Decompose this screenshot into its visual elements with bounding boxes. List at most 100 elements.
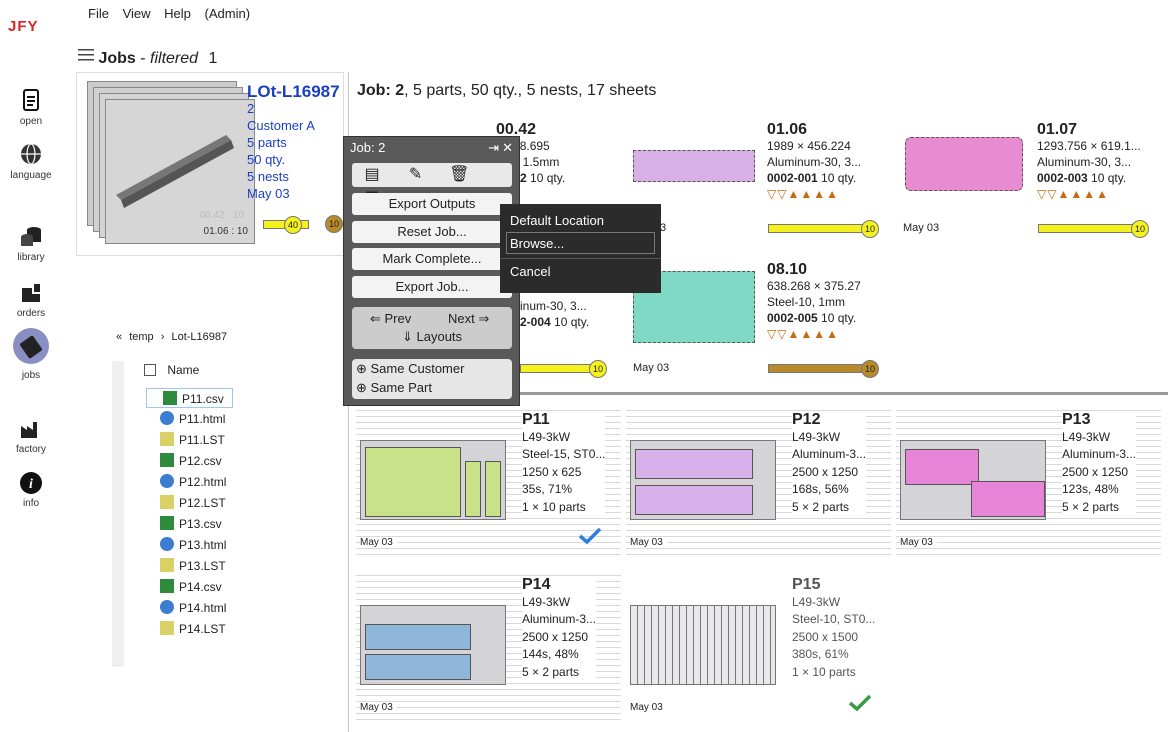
part-order: 0002-001	[767, 171, 818, 185]
menu-default-location[interactable]: Default Location	[500, 210, 661, 232]
menu-help[interactable]: Help	[164, 6, 191, 21]
page-title: Jobs - filtered 1	[78, 48, 217, 68]
same-part-button[interactable]: ⊕ Same Part	[356, 380, 432, 396]
scrollbar[interactable]	[112, 361, 124, 667]
file-row[interactable]: P13.csv	[160, 514, 222, 534]
file-row[interactable]: P11.csv	[146, 388, 233, 408]
nest-card[interactable]: P12 L49-3kW Aluminum-3... 2500 x 1250 16…	[626, 405, 891, 555]
part-material: Steel-10, 1mm	[767, 295, 846, 309]
same-customer-button[interactable]: ⊕ Same Customer	[356, 361, 464, 377]
rail-library[interactable]: library	[0, 224, 62, 263]
file-name: P12.html	[179, 475, 227, 489]
chevron-left-icon[interactable]: «	[116, 331, 122, 343]
nest-parts: 1 × 10 parts	[522, 499, 586, 514]
nest-time: 144s, 48%	[522, 647, 579, 661]
edit-document-icon[interactable]: ✎	[396, 163, 436, 187]
nest-date: May 03	[630, 702, 667, 713]
nest-date: May 03	[360, 537, 397, 548]
part-progress-knob: 10	[861, 220, 879, 238]
lot-card[interactable]: 00.42 : 10 01.06 : 10 LOt-L16987 2 Custo…	[76, 72, 344, 256]
document-icon[interactable]: ▤	[352, 163, 392, 187]
nest-card[interactable]: P15 L49-3kW Steel-10, ST0... 2500 x 1500…	[626, 570, 891, 720]
part-qty: 10 qty.	[817, 311, 857, 325]
nest-info: P15 L49-3kW Steel-10, ST0... 2500 x 1500…	[792, 576, 876, 681]
nest-date: May 03	[630, 537, 667, 548]
nest-material: Aluminum-3...	[1062, 447, 1137, 461]
nest-size: 2500 x 1250	[792, 464, 859, 479]
menu-admin[interactable]: (Admin)	[205, 6, 251, 21]
nest-name: P11	[522, 411, 550, 428]
file-name: P11.LST	[179, 433, 225, 447]
file-row[interactable]: P12.LST	[160, 493, 226, 513]
layouts-button[interactable]: ⇓ Layouts	[402, 329, 462, 345]
part-shape	[633, 150, 755, 182]
nest-card[interactable]: P14 L49-3kW Aluminum-3... 2500 x 1250 14…	[356, 570, 621, 720]
name-column-header[interactable]: Name	[144, 363, 199, 377]
trash-icon[interactable]: 🗑	[439, 163, 479, 187]
file-row[interactable]: P12.csv	[160, 451, 222, 471]
html-file-icon	[160, 600, 174, 614]
file-row[interactable]: P11.html	[160, 409, 225, 429]
export-job-button[interactable]: Export Job...	[352, 276, 512, 298]
crumb-folder[interactable]: Lot-L16987	[171, 331, 227, 343]
menu-browse[interactable]: Browse...	[506, 232, 655, 254]
nest-time: 168s, 56%	[792, 482, 849, 496]
nest-machine: L49-3kW	[522, 429, 571, 444]
excel-icon	[160, 453, 174, 467]
file-row[interactable]: P12.html	[160, 472, 226, 492]
lot-progress: 40	[263, 216, 309, 234]
nest-machine: L49-3kW	[1062, 429, 1111, 444]
part-order: 0002-003	[1037, 171, 1088, 185]
reset-job-button[interactable]: Reset Job...	[352, 221, 512, 243]
next-button[interactable]: Next ⇒	[448, 311, 489, 327]
rail-language[interactable]: language	[0, 142, 62, 181]
pin-icon[interactable]: ⇥	[488, 140, 499, 156]
lot-job: 2	[247, 101, 255, 116]
nest-material: Aluminum-3...	[522, 612, 597, 626]
html-file-icon	[160, 474, 174, 488]
nest-size: 1250 x 625	[522, 464, 582, 479]
hamburger-icon[interactable]	[78, 48, 94, 66]
rail-orders[interactable]: orders	[0, 280, 62, 319]
nest-name: P13	[1062, 411, 1091, 428]
nest-card[interactable]: P11 L49-3kW Steel-15, ST0... 1250 x 625 …	[356, 405, 621, 555]
nest-name: P12	[792, 411, 821, 428]
nest-name: P15	[792, 576, 821, 593]
part-qty: 10 qty.	[550, 315, 590, 329]
menu-cancel[interactable]: Cancel	[500, 258, 661, 280]
same-customer-label: Same Customer	[370, 361, 465, 376]
close-icon[interactable]: ✕	[502, 140, 513, 156]
nest-machine: L49-3kW	[522, 594, 571, 609]
rail-info[interactable]: i info	[0, 470, 62, 509]
nest-time: 380s, 61%	[792, 647, 849, 661]
lot-name[interactable]: LOt-L16987	[247, 83, 340, 100]
menu-view[interactable]: View	[123, 6, 151, 21]
file-row[interactable]: P14.LST	[160, 619, 226, 639]
mark-complete-button[interactable]: Mark Complete...	[352, 248, 512, 270]
lot-qty: 50 qty.	[247, 152, 286, 167]
select-all-checkbox[interactable]	[144, 364, 156, 376]
export-outputs-button[interactable]: Export Outputs	[352, 193, 512, 215]
rail-open[interactable]: open	[0, 88, 62, 127]
file-row[interactable]: P14.html	[160, 598, 226, 618]
file-row[interactable]: P13.html	[160, 535, 226, 555]
file-row[interactable]: P11.LST	[160, 430, 225, 450]
rail-info-label: info	[22, 498, 40, 509]
rail-jobs[interactable]: jobs	[0, 328, 62, 381]
prev-button[interactable]: ⇐ Prev	[370, 311, 411, 327]
nest-name: P14	[522, 576, 551, 593]
title-filter: filtered	[150, 50, 199, 67]
text-file-icon	[160, 432, 174, 446]
rail-factory[interactable]: factory	[0, 416, 62, 455]
part-order: 0002-005	[767, 311, 818, 325]
text-file-icon	[160, 495, 174, 509]
file-name: P13.html	[179, 538, 227, 552]
file-row[interactable]: P13.LST	[160, 556, 226, 576]
factory-icon	[21, 422, 37, 438]
nest-card[interactable]: P13 L49-3kW Aluminum-3... 2500 x 1250 12…	[896, 405, 1161, 555]
menu-file[interactable]: File	[88, 6, 109, 21]
file-row[interactable]: P14.csv	[160, 577, 222, 597]
nest-time: 123s, 48%	[1062, 482, 1119, 496]
crumb-temp[interactable]: temp	[129, 331, 153, 343]
file-name: P14.LST	[179, 622, 226, 636]
